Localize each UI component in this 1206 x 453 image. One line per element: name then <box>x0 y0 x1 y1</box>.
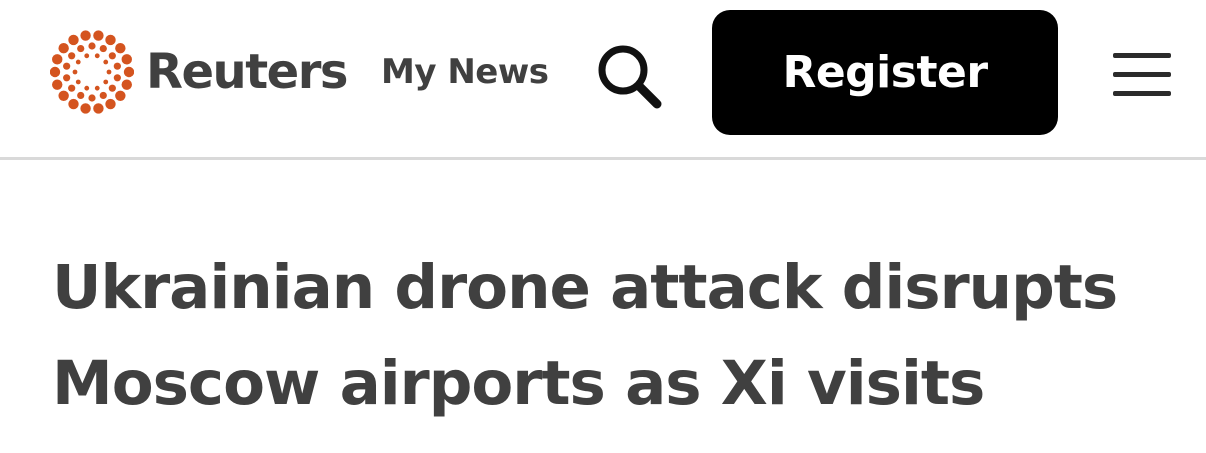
logo-dot <box>94 53 100 59</box>
logo-dot <box>63 74 71 82</box>
logo-dot <box>58 90 69 101</box>
article-headline: Ukrainian drone attack disrupts Moscow a… <box>52 252 1118 419</box>
hamburger-menu-icon[interactable] <box>1113 53 1173 97</box>
logo-dot <box>108 84 116 92</box>
logo-dot <box>63 62 71 70</box>
my-news-link[interactable]: My News <box>381 52 549 92</box>
logo-dot <box>108 52 116 60</box>
logo-dot <box>99 91 107 100</box>
logo-dot <box>103 79 109 85</box>
logo-dot <box>94 85 100 91</box>
logo-dot <box>84 85 90 91</box>
logo-dot <box>75 59 81 65</box>
logo-dot <box>77 44 85 53</box>
logo-dot <box>115 43 126 54</box>
logo-dot <box>72 69 78 75</box>
logo-dot <box>93 103 104 114</box>
logo-dot <box>84 53 90 59</box>
logo-dot <box>50 66 61 78</box>
logo-dot <box>103 59 109 65</box>
logo-dot <box>77 91 85 100</box>
logo-dot <box>68 52 76 60</box>
logo-dot <box>68 98 79 110</box>
logo-dot <box>88 94 96 102</box>
logo-dot <box>68 84 76 92</box>
logo-dot <box>123 66 134 78</box>
logo-dot <box>106 69 112 75</box>
logo-dot <box>75 79 81 85</box>
logo-dot <box>105 34 116 46</box>
logo-dot <box>93 30 104 41</box>
logo-dot <box>115 90 126 101</box>
brand-wordmark[interactable]: Reuters <box>146 44 348 100</box>
logo-dot <box>68 34 79 46</box>
logo-dot <box>99 44 107 53</box>
register-button[interactable]: Register <box>712 10 1058 135</box>
search-icon[interactable] <box>595 42 663 110</box>
logo-dot <box>105 98 116 110</box>
logo-dot <box>121 79 132 90</box>
logo-dot <box>113 74 121 82</box>
reuters-logo[interactable] <box>50 30 134 114</box>
logo-dot <box>121 54 132 65</box>
logo-dot <box>88 42 96 50</box>
logo-dot <box>80 30 91 41</box>
logo-dot <box>52 54 63 65</box>
logo-dot <box>58 43 69 54</box>
logo-dot <box>80 103 91 114</box>
logo-dot <box>52 79 63 90</box>
site-header: Reuters My News Register <box>0 0 1206 160</box>
logo-dot <box>113 62 121 70</box>
